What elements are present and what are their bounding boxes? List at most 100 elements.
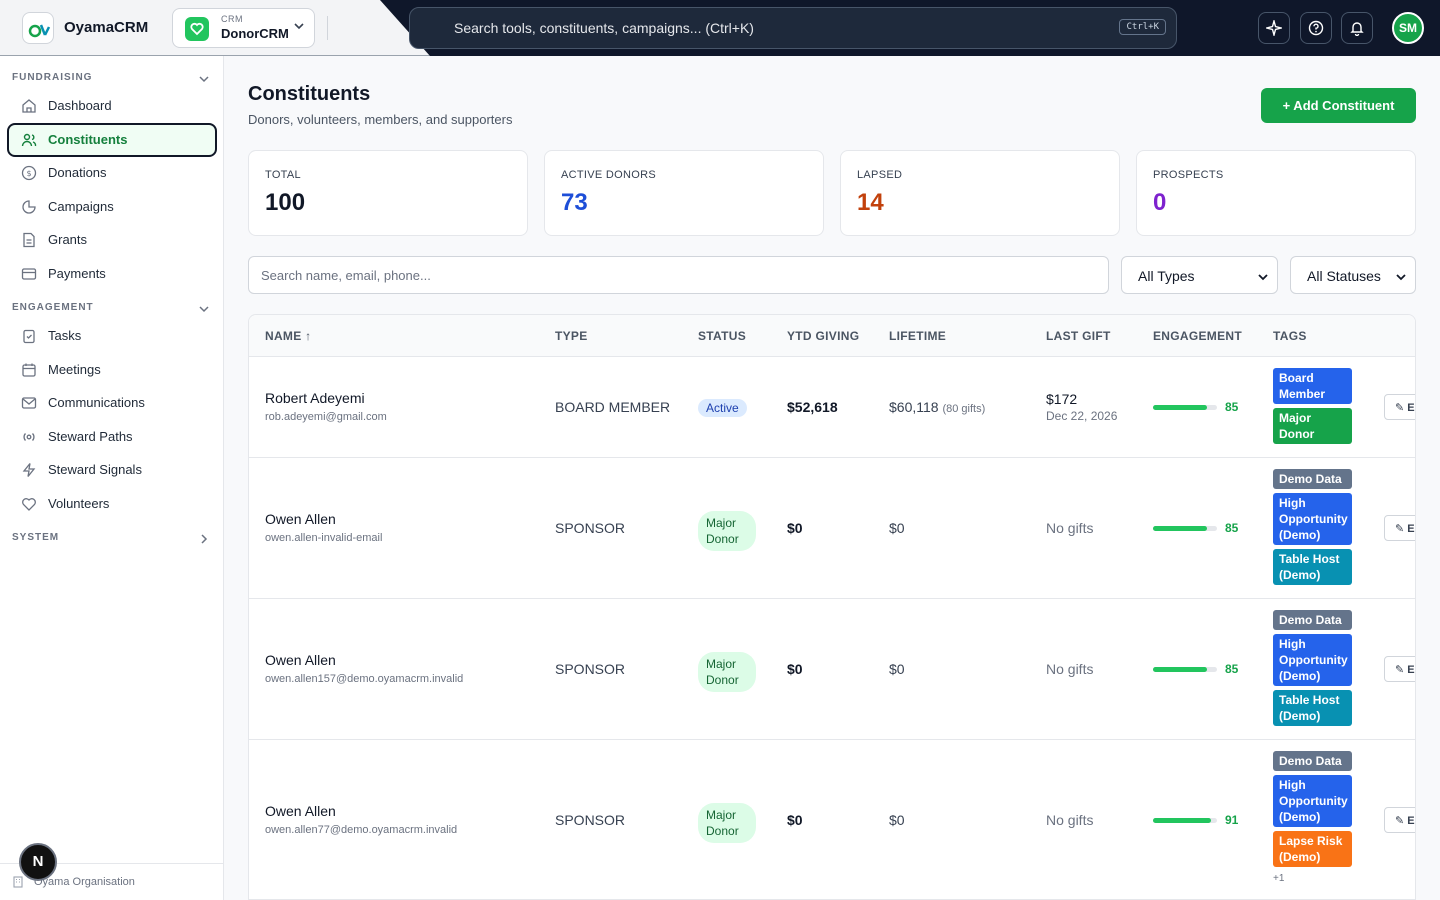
section-fundraising[interactable]: FUNDRAISING [12, 72, 92, 83]
page-subtitle: Donors, volunteers, members, and support… [248, 112, 513, 127]
more-tags-count[interactable]: +1 [1273, 873, 1284, 884]
app-name: OyamaCRM [64, 19, 149, 36]
sidebar-item-steward-signals[interactable]: Steward Signals [7, 453, 217, 487]
column-header-lifetime[interactable]: LIFETIME [889, 329, 946, 343]
radio-icon [23, 433, 35, 441]
constituent-email: owen.allen157@demo.oyamacrm.invalid [265, 673, 464, 685]
engagement-bar [1153, 818, 1217, 823]
sidebar-item-steward-paths[interactable]: Steward Paths [7, 420, 217, 454]
stat-value: 73 [561, 189, 588, 216]
status-badge: Active [698, 399, 747, 417]
constituent-email: owen.allen77@demo.oyamacrm.invalid [265, 824, 458, 836]
card-icon [21, 268, 37, 280]
global-search[interactable]: Search tools, constituents, campaigns...… [409, 7, 1177, 49]
tag-badge: Demo Data [1273, 469, 1352, 489]
status-badge: Major Donor [698, 652, 756, 692]
edit-icon: ✎ E [1395, 402, 1415, 414]
column-header-ytd-giving[interactable]: YTD GIVING [787, 329, 859, 343]
tag-badge: Demo Data [1273, 751, 1352, 771]
chevron-down-icon[interactable] [198, 303, 210, 315]
constituent-name[interactable]: Robert Adeyemi [265, 390, 365, 406]
stat-card-lapsed: LAPSED 14 [840, 150, 1120, 236]
add-constituent-button[interactable]: + Add Constituent [1261, 88, 1416, 123]
table-row[interactable]: Owen Allen owen.allen77@demo.oyamacrm.in… [249, 740, 1415, 899]
section-system[interactable]: SYSTEM [12, 532, 59, 543]
search-placeholder: Search name, email, phone... [261, 268, 431, 283]
mail-icon [21, 397, 37, 409]
tag-badge: Table Host (Demo) [1273, 549, 1352, 585]
edit-button[interactable]: ✎ E [1384, 394, 1415, 420]
column-header-last-gift[interactable]: LAST GIFT [1046, 329, 1111, 343]
column-header-status[interactable]: STATUS [698, 329, 746, 343]
search-placeholder: Search tools, constituents, campaigns...… [454, 20, 754, 36]
edit-button[interactable]: ✎ E [1384, 656, 1415, 682]
engagement-score: 91 [1225, 813, 1239, 827]
tag-badge: High Opportunity (Demo) [1273, 634, 1352, 686]
sidebar-item-payments[interactable]: Payments [7, 257, 217, 291]
gift-count: (80 gifts) [942, 403, 986, 415]
engagement-bar [1153, 667, 1217, 672]
home-icon [22, 99, 36, 113]
constituent-name[interactable]: Owen Allen [265, 511, 336, 527]
table-row[interactable]: Owen Allen owen.allen157@demo.oyamacrm.i… [249, 599, 1415, 740]
constituent-email: rob.adeyemi@gmail.com [265, 411, 387, 423]
sidebar-item-dashboard[interactable]: Dashboard [7, 89, 217, 123]
column-header-tags[interactable]: TAGS [1273, 329, 1307, 343]
crm-switcher[interactable]: CRM DonorCRM [172, 8, 315, 48]
selected-value: All Types [1138, 268, 1195, 284]
last-gift-amount: No gifts [1046, 661, 1094, 677]
help-icon [1308, 20, 1324, 36]
constituent-name[interactable]: Owen Allen [265, 652, 336, 668]
sidebar-item-volunteers[interactable]: Volunteers [7, 487, 217, 521]
app-logo[interactable] [22, 12, 54, 44]
sidebar-item-tasks[interactable]: Tasks [7, 319, 217, 353]
edit-button[interactable]: ✎ E [1384, 807, 1415, 833]
edit-button[interactable]: ✎ E [1384, 515, 1415, 541]
chevron-right-icon[interactable] [198, 533, 210, 545]
sidebar-item-label: Steward Paths [48, 429, 133, 444]
shortcut-badge: Ctrl+K [1119, 19, 1166, 35]
calendar-icon [22, 363, 36, 377]
last-gift-amount: No gifts [1046, 812, 1094, 828]
sparkle-icon [1266, 20, 1282, 36]
sidebar-item-constituents[interactable]: Constituents [7, 123, 217, 157]
sidebar-item-label: Dashboard [48, 98, 112, 113]
dev-tools-button[interactable]: N [19, 843, 57, 881]
column-header-name[interactable]: NAME ↑ [265, 329, 311, 343]
sidebar-item-label: Payments [48, 266, 106, 281]
sidebar-item-campaigns[interactable]: Campaigns [7, 190, 217, 224]
help-button[interactable] [1300, 12, 1332, 44]
status-badge: Major Donor [698, 803, 756, 843]
stat-label: PROSPECTS [1153, 169, 1224, 181]
constituent-search-input[interactable]: Search name, email, phone... [248, 256, 1109, 294]
dollar-icon: $ [21, 165, 37, 181]
sidebar-item-grants[interactable]: Grants [7, 223, 217, 257]
status-filter-select[interactable]: All Statuses [1290, 256, 1416, 294]
table-row[interactable]: Robert Adeyemi rob.adeyemi@gmail.com BOA… [249, 357, 1415, 458]
stat-label: ACTIVE DONORS [561, 169, 656, 181]
column-header-type[interactable]: TYPE [555, 329, 588, 343]
ytd-giving: $52,618 [787, 399, 838, 415]
notifications-button[interactable] [1341, 12, 1373, 44]
sidebar-item-meetings[interactable]: Meetings [7, 353, 217, 387]
pie-icon [22, 200, 36, 214]
sidebar-item-label: Grants [48, 232, 88, 247]
tag-badge: Board Member [1273, 368, 1352, 404]
ai-button[interactable] [1258, 12, 1290, 44]
table-row[interactable]: Owen Allen owen.allen-invalid-email SPON… [249, 458, 1415, 599]
type-filter-select[interactable]: All Types [1121, 256, 1278, 294]
lifetime-giving: $0 [889, 661, 905, 677]
chevron-down-icon[interactable] [198, 73, 210, 85]
sidebar-item-communications[interactable]: Communications [7, 386, 217, 420]
tag-badge: Table Host (Demo) [1273, 690, 1352, 726]
tag-badge: High Opportunity (Demo) [1273, 493, 1352, 545]
section-engagement[interactable]: ENGAGEMENT [12, 302, 94, 313]
constituent-name[interactable]: Owen Allen [265, 803, 336, 819]
user-avatar[interactable]: SM [1392, 12, 1424, 44]
column-header-engagement[interactable]: ENGAGEMENT [1153, 329, 1242, 343]
divider [327, 16, 328, 40]
engagement-score: 85 [1225, 662, 1239, 676]
last-gift-amount: No gifts [1046, 520, 1094, 536]
zap-icon [22, 463, 36, 477]
sidebar-item-donations[interactable]: $ Donations [7, 156, 217, 190]
